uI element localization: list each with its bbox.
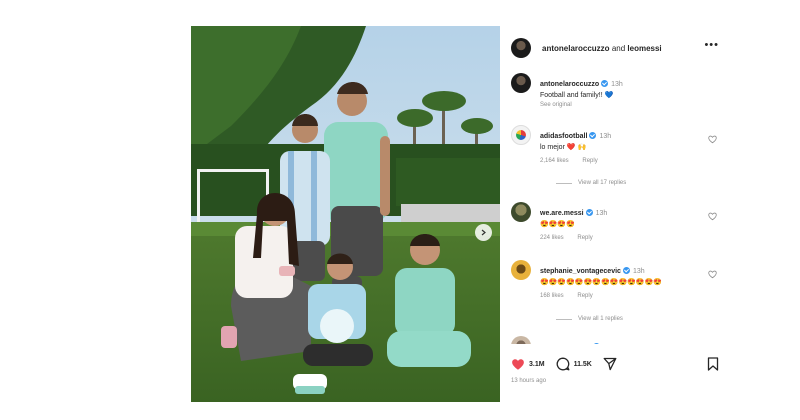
- author-username[interactable]: antonelaroccuzzo: [542, 44, 610, 53]
- verified-badge-icon: [622, 267, 630, 274]
- commenter-avatar[interactable]: [511, 336, 531, 344]
- comment-bubble-icon[interactable]: [556, 357, 570, 371]
- commenter-username[interactable]: stephanie_vontagecevic: [540, 268, 621, 275]
- caption-text: Football and family!! 💙: [540, 92, 614, 99]
- commenter-username[interactable]: we.are.messi: [540, 210, 584, 217]
- like-action[interactable]: 3.1M: [511, 358, 545, 371]
- post-photo[interactable]: [191, 26, 500, 402]
- comments-count[interactable]: 11.5K: [574, 361, 592, 368]
- commenter-avatar[interactable]: [511, 202, 531, 222]
- comment: we.are.messi 13h 😍😍😍😍 224 likes Reply: [511, 202, 723, 241]
- post-header: antonelaroccuzzo and leomessi •••: [511, 35, 723, 61]
- comment-likes[interactable]: 2,164 likes: [540, 158, 569, 164]
- bookmark-icon[interactable]: [707, 357, 719, 371]
- comment-text: lo mejor ❤️ 🙌: [540, 144, 587, 151]
- comment-text: 😍😍😍😍: [540, 221, 575, 228]
- author-avatar[interactable]: [511, 38, 531, 58]
- chevron-right-icon: [481, 229, 486, 236]
- reply-button[interactable]: Reply: [577, 235, 592, 241]
- like-comment-heart-icon[interactable]: [708, 135, 717, 144]
- like-comment-heart-icon[interactable]: [708, 212, 717, 221]
- family-photo: [191, 26, 500, 402]
- comment-likes[interactable]: 168 likes: [540, 293, 564, 299]
- commenter-username[interactable]: adidasfootball: [540, 133, 587, 140]
- comment-action[interactable]: 11.5K: [556, 357, 592, 371]
- authors-conjunction: and: [611, 43, 626, 53]
- heart-filled-icon[interactable]: [511, 358, 525, 371]
- comment-time: 13h: [595, 210, 608, 217]
- share-paper-plane-icon[interactable]: [603, 357, 617, 371]
- reply-button[interactable]: Reply: [577, 293, 592, 299]
- verified-badge-icon: [592, 343, 600, 344]
- caption-username[interactable]: antonelaroccuzzo: [540, 81, 599, 88]
- post-actions-bar: 3.1M 11.5K: [511, 356, 723, 372]
- comment-likes[interactable]: 224 likes: [540, 235, 564, 241]
- comment: stephanie_vontagecevic 13h 😍😍😍😍😍😍😍😍😍😍😍😍😍😍…: [511, 260, 723, 299]
- comment: anastasiasoare11h: [511, 336, 723, 344]
- caption-time: 13h: [611, 81, 623, 88]
- view-replies-link[interactable]: View all 1 replies: [556, 316, 623, 322]
- commenter-avatar[interactable]: [511, 260, 531, 280]
- view-replies-link[interactable]: View all 17 replies: [556, 180, 626, 186]
- verified-badge-icon: [601, 80, 609, 87]
- share-action[interactable]: [603, 357, 617, 371]
- commenter-avatar[interactable]: [511, 125, 531, 145]
- reply-button[interactable]: Reply: [582, 158, 597, 164]
- post-authors: antonelaroccuzzo and leomessi: [542, 44, 662, 53]
- likes-count[interactable]: 3.1M: [529, 361, 545, 368]
- post-sidebar: antonelaroccuzzo and leomessi ••• antone…: [500, 26, 731, 402]
- see-original-link[interactable]: See original: [540, 102, 708, 108]
- next-photo-button[interactable]: [475, 224, 492, 241]
- verified-badge-icon: [589, 132, 597, 139]
- comment-time: 13h: [632, 268, 645, 275]
- like-comment-heart-icon[interactable]: [708, 270, 717, 279]
- verified-badge-icon: [585, 209, 593, 216]
- caption-avatar[interactable]: [511, 73, 531, 93]
- posted-time: 13 hours ago: [511, 378, 547, 384]
- post-caption: antonelaroccuzzo 13h Football and family!…: [511, 73, 723, 108]
- more-options-icon[interactable]: •••: [704, 40, 719, 51]
- comment: adidasfootball 13h lo mejor ❤️ 🙌 2,164 li…: [511, 125, 723, 164]
- save-action[interactable]: [707, 357, 719, 376]
- coauthor-username[interactable]: leomessi: [627, 44, 661, 53]
- comment-time: 13h: [599, 133, 612, 140]
- comment-text: 😍😍😍😍😍😍😍😍😍😍😍😍😍😍: [540, 279, 663, 286]
- instagram-post: antonelaroccuzzo and leomessi ••• antone…: [191, 26, 731, 402]
